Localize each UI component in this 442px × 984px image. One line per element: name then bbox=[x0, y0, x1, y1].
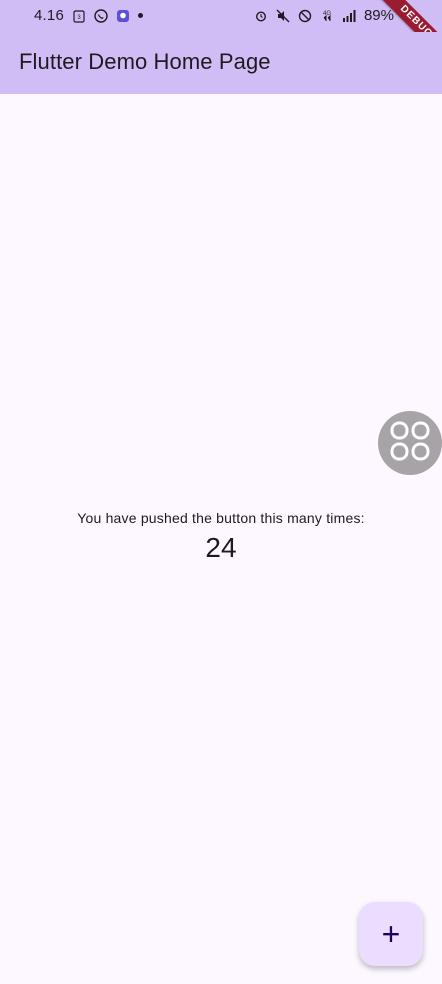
status-time: 4.16 bbox=[34, 7, 64, 24]
counter-value: 24 bbox=[205, 532, 237, 563]
network-type-icon: 4G bbox=[320, 9, 334, 23]
assistive-touch-button[interactable] bbox=[378, 411, 442, 475]
counter-message: You have pushed the button this many tim… bbox=[77, 510, 365, 526]
increment-fab[interactable]: + bbox=[359, 902, 423, 966]
status-bar: 4.16 3 4G 89% bbox=[0, 0, 442, 32]
more-notifications-dot bbox=[138, 13, 143, 18]
body-content: You have pushed the button this many tim… bbox=[0, 94, 442, 984]
alarm-icon bbox=[254, 9, 268, 23]
battery-percent: 89% bbox=[363, 7, 394, 24]
app-notification-icon bbox=[116, 9, 130, 23]
screen: 4.16 3 4G 89% DEBUG Flutter Demo Home Pa… bbox=[0, 0, 442, 984]
calendar-notification-icon: 3 bbox=[72, 9, 86, 23]
status-right: 4G 89% bbox=[254, 7, 394, 24]
status-left: 4.16 3 bbox=[34, 7, 143, 24]
grid-icon bbox=[389, 420, 431, 467]
mute-icon bbox=[276, 9, 290, 23]
do-not-disturb-icon bbox=[298, 9, 312, 23]
whatsapp-icon bbox=[94, 8, 108, 23]
app-bar: Flutter Demo Home Page bbox=[0, 32, 442, 94]
page-title: Flutter Demo Home Page bbox=[19, 49, 271, 74]
add-icon: + bbox=[381, 915, 401, 952]
signal-icon bbox=[342, 9, 356, 23]
counter-section: You have pushed the button this many tim… bbox=[0, 510, 442, 564]
svg-text:3: 3 bbox=[77, 15, 81, 21]
